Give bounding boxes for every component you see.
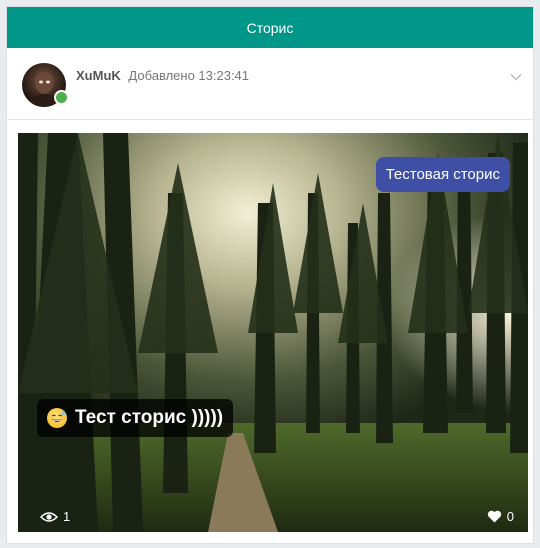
added-time: Добавлено 13:23:41	[128, 68, 250, 83]
heart-icon[interactable]	[487, 510, 502, 523]
stories-header: Сторис	[7, 7, 533, 48]
online-status-dot	[54, 90, 69, 105]
chevron-down-icon[interactable]	[509, 70, 523, 84]
username[interactable]: XuMuK	[76, 68, 121, 83]
user-line: XuMuK Добавлено 13:23:41	[76, 68, 249, 83]
story-media[interactable]: Тестовая сторис Тест сторис ))))) 1 0	[18, 133, 528, 532]
grinning-sweat-emoji	[47, 408, 67, 428]
views-counter: 1	[40, 509, 70, 524]
views-count: 1	[63, 509, 71, 524]
story-card: Сторис XuMuK Добавлено 13:23:41 Тестовая…	[6, 6, 534, 544]
eye-icon	[40, 511, 58, 522]
forest-photo	[18, 133, 528, 532]
story-caption-text: Тест сторис )))))	[75, 407, 224, 428]
page-title: Сторис	[246, 19, 294, 36]
post-header: XuMuK Добавлено 13:23:41	[7, 48, 533, 120]
likes-counter[interactable]: 0	[487, 509, 514, 524]
likes-count: 0	[506, 509, 514, 524]
story-title-badge: Тестовая сторис	[375, 157, 510, 192]
avatar-container[interactable]	[22, 63, 69, 107]
story-caption: Тест сторис )))))	[37, 399, 234, 437]
